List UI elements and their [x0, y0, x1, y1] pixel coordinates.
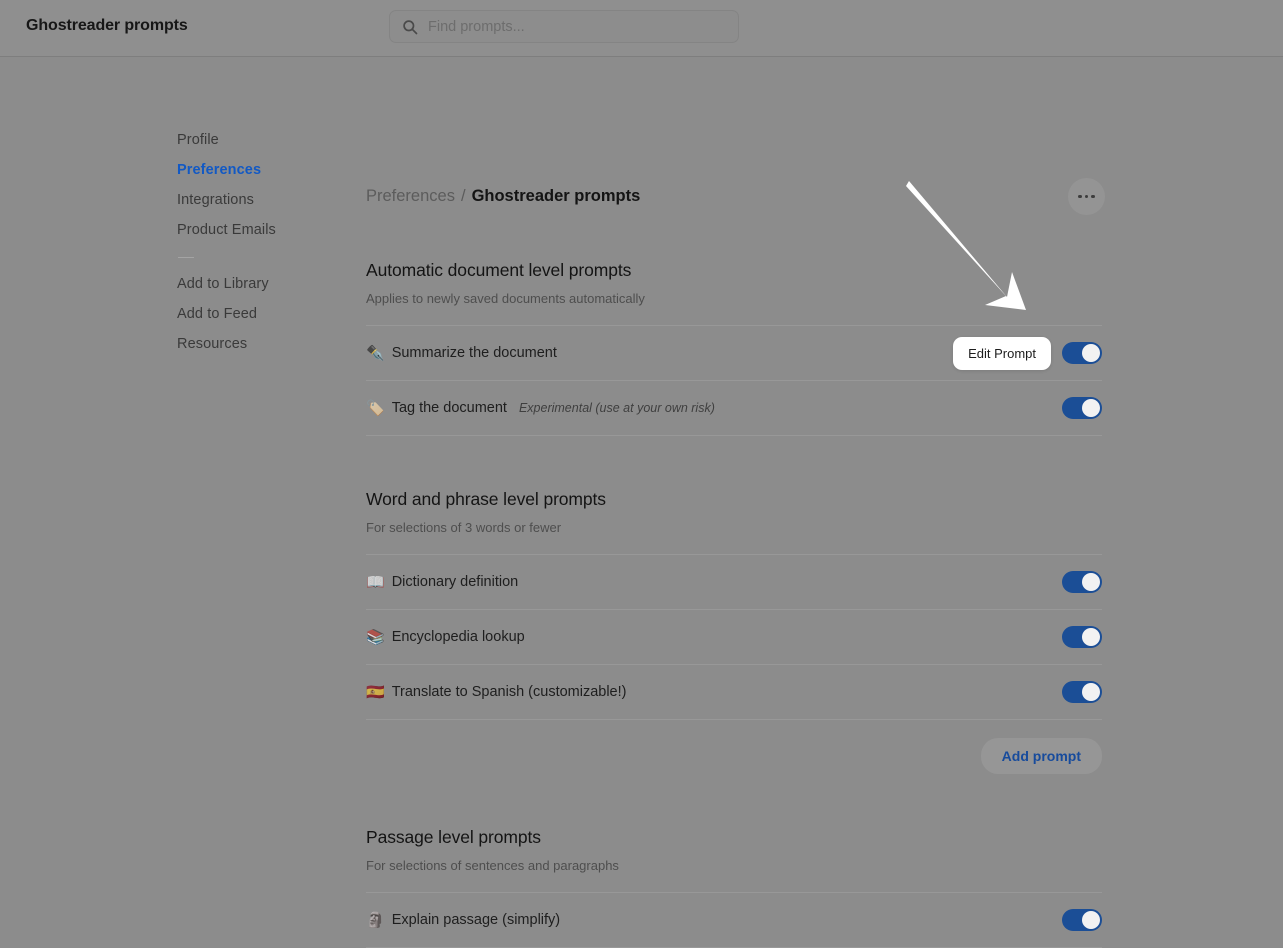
- add-prompt-row: Add prompt: [366, 738, 1102, 774]
- prompt-row-label: 🏷️ Tag the document Experimental (use at y…: [366, 400, 715, 416]
- settings-sidebar: Profile Preferences Integrations Product Em…: [177, 125, 342, 359]
- prompt-row-label: 🇪🇸 Translate to Spanish (customizable!): [366, 684, 626, 700]
- add-prompt-button[interactable]: Add prompt: [980, 738, 1102, 774]
- prompt-row-list: 🗿 Explain passage (simplify): [366, 892, 1102, 948]
- prompt-row-list: 📖 Dictionary definition 📚 Encyclopedia look…: [366, 554, 1102, 720]
- prompt-section: Automatic document level prompts Applies …: [366, 260, 1102, 436]
- open-book-icon: 📖: [366, 573, 385, 591]
- sidebar-item-preferences[interactable]: Preferences: [177, 155, 342, 185]
- prompt-row: 🗿 Explain passage (simplify): [366, 892, 1102, 948]
- prompt-name: Tag the document: [391, 400, 507, 416]
- prompt-toggle[interactable]: [1062, 571, 1102, 593]
- toggle-knob: [1082, 344, 1100, 362]
- sidebar-item-add-to-feed[interactable]: Add to Feed: [177, 299, 342, 329]
- prompt-row-label: 📚 Encyclopedia lookup: [366, 629, 525, 645]
- prompt-toggle[interactable]: [1062, 397, 1102, 419]
- books-icon: 📚: [366, 628, 385, 646]
- breadcrumb-current: Ghostreader prompts: [471, 187, 641, 205]
- prompt-row-controls: [1062, 571, 1102, 593]
- page-body: Profile Preferences Integrations Product Em…: [0, 57, 1283, 948]
- prompt-name: Explain passage (simplify): [391, 912, 561, 928]
- prompt-experimental-note: Experimental (use at your own risk): [518, 401, 715, 415]
- prompt-row-controls: [1062, 626, 1102, 648]
- toggle-knob: [1082, 399, 1100, 417]
- sidebar-item-integrations[interactable]: Integrations: [177, 185, 342, 215]
- prompt-name: Dictionary definition: [391, 574, 519, 590]
- prompt-row: 📖 Dictionary definition: [366, 554, 1102, 609]
- sidebar-item-add-to-library[interactable]: Add to Library: [177, 269, 342, 299]
- prompt-section: Word and phrase level prompts For selecti…: [366, 489, 1102, 774]
- moai-icon: 🗿: [366, 911, 385, 929]
- breadcrumb-separator: /: [460, 187, 466, 205]
- prompt-row-list: ✒️ Summarize the document Edit Prompt 🏷️ Tag…: [366, 325, 1102, 436]
- prompt-row: 🏷️ Tag the document Experimental (use at y…: [366, 380, 1102, 436]
- prompt-toggle[interactable]: [1062, 626, 1102, 648]
- prompt-row-controls: [1062, 397, 1102, 419]
- prompt-toggle[interactable]: [1062, 681, 1102, 703]
- sidebar-item-product-emails[interactable]: Product Emails: [177, 215, 342, 245]
- section-title: Passage level prompts: [366, 827, 541, 847]
- fountain-pen-icon: ✒️: [366, 344, 385, 362]
- prompt-row-label: 📖 Dictionary definition: [366, 574, 518, 590]
- prompt-section: Passage level prompts For selections of s…: [366, 827, 1102, 948]
- breadcrumb-parent[interactable]: Preferences: [366, 185, 455, 207]
- label-tag-icon: 🏷️: [366, 399, 385, 417]
- prompt-toggle[interactable]: [1062, 342, 1102, 364]
- prompt-toggle[interactable]: [1062, 909, 1102, 931]
- section-subtitle: For selections of 3 words or fewer: [366, 520, 562, 535]
- app-header: Ghostreader prompts: [0, 0, 1283, 57]
- toggle-knob: [1082, 573, 1100, 591]
- prompt-name: Encyclopedia lookup: [391, 629, 525, 645]
- section-title: Automatic document level prompts: [366, 260, 632, 280]
- section-subtitle: For selections of sentences and paragrap…: [366, 858, 619, 873]
- toggle-knob: [1082, 683, 1100, 701]
- prompt-row-controls: Edit Prompt: [953, 336, 1102, 370]
- prompt-row: 🇪🇸 Translate to Spanish (customizable!): [366, 664, 1102, 720]
- search-box[interactable]: [389, 10, 739, 43]
- prompt-name: Summarize the document: [391, 345, 557, 361]
- spain-flag-icon: 🇪🇸: [366, 683, 385, 701]
- sidebar-item-resources[interactable]: Resources: [177, 329, 342, 359]
- main-content: Preferences / Ghostreader prompts Automa…: [366, 125, 1102, 948]
- prompt-row: ✒️ Summarize the document Edit Prompt: [366, 325, 1102, 380]
- sidebar-item-profile[interactable]: Profile: [177, 125, 342, 155]
- prompt-row-controls: [1062, 909, 1102, 931]
- search-icon: [403, 20, 418, 35]
- section-title: Word and phrase level prompts: [366, 489, 606, 509]
- prompt-row-controls: [1062, 681, 1102, 703]
- prompt-name: Translate to Spanish (customizable!): [391, 684, 627, 700]
- section-subtitle: Applies to newly saved documents automat…: [366, 291, 645, 306]
- edit-prompt-button[interactable]: Edit Prompt: [953, 336, 1051, 370]
- sidebar-divider: [178, 257, 194, 258]
- prompt-sections: Automatic document level prompts Applies …: [366, 260, 1102, 948]
- toggle-knob: [1082, 628, 1100, 646]
- prompt-row-label: 🗿 Explain passage (simplify): [366, 912, 560, 928]
- toggle-knob: [1082, 911, 1100, 929]
- search-input[interactable]: [428, 18, 718, 35]
- page-title: Ghostreader prompts: [26, 17, 188, 34]
- prompt-row-label: ✒️ Summarize the document: [366, 345, 557, 361]
- breadcrumb: Preferences / Ghostreader prompts: [366, 185, 1102, 207]
- prompt-row: 📚 Encyclopedia lookup: [366, 609, 1102, 664]
